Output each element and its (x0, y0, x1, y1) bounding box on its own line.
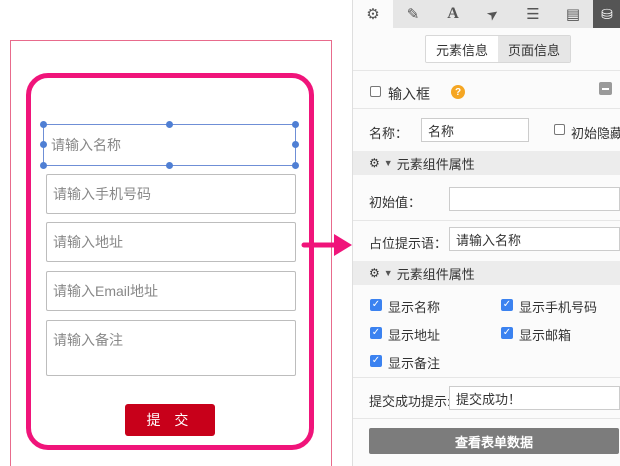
placeholder-label: 占位提示语： (369, 236, 448, 251)
caret-down-icon: ▼ (383, 268, 393, 278)
resize-handle[interactable] (292, 162, 299, 169)
panel-tabs: ⚙ ✎ A ➤ ☰ ▤ ⛁ (353, 0, 620, 28)
view-form-data-button[interactable]: 查看表单数据 (369, 428, 619, 454)
gear-icon: ⚙ (366, 6, 380, 23)
show-name-checkbox[interactable]: ✓ (370, 299, 382, 311)
show-name-label: 显示名称 (388, 300, 441, 315)
show-remark-checkbox[interactable]: ✓ (370, 355, 382, 367)
gear-icon: ⚙ (369, 156, 380, 170)
tab-page-info[interactable]: 页面信息 (498, 36, 571, 62)
submit-button[interactable]: 提 交 (125, 404, 215, 436)
send-icon: ➤ (483, 3, 503, 24)
resize-handle[interactable] (40, 141, 47, 148)
show-phone-label: 显示手机号码 (519, 300, 598, 315)
tab-element-info[interactable]: 元素信息 (426, 36, 499, 62)
tab-send[interactable]: ➤ (473, 0, 513, 28)
show-address-checkbox[interactable]: ✓ (370, 327, 382, 339)
show-phone-checkbox[interactable]: ✓ (501, 299, 513, 311)
pencil-icon: ✎ (406, 6, 420, 23)
pointer-arrow-icon (301, 234, 352, 256)
collapse-icon[interactable] (599, 82, 612, 95)
show-address-label: 显示地址 (388, 328, 441, 343)
section-header-properties[interactable]: ⚙ ▼ 元素组件属性 (353, 151, 620, 175)
property-panel: ⚙ ✎ A ➤ ☰ ▤ ⛁ 元素信息 页面信息 输入框 ? 名称： 名称 初始隐… (352, 0, 620, 466)
document-icon: ▤ (565, 6, 581, 23)
show-remark-label: 显示备注 (388, 356, 441, 371)
resize-handle[interactable] (166, 121, 173, 128)
element-type-label: 输入框 (388, 86, 430, 102)
divider (353, 70, 620, 71)
section-title: 元素组件属性 (396, 156, 475, 172)
show-email-checkbox[interactable]: ✓ (501, 327, 513, 339)
resize-handle[interactable] (166, 162, 173, 169)
initial-value-label: 初始值： (369, 195, 422, 210)
initial-hidden-label: 初始隐藏 (571, 126, 620, 141)
tab-font[interactable]: A (433, 0, 473, 28)
address-field[interactable]: 请输入地址 (46, 222, 296, 262)
resize-handle[interactable] (40, 121, 47, 128)
divider (353, 418, 620, 419)
address-field-placeholder: 请输入地址 (53, 234, 123, 250)
tab-document[interactable]: ▤ (553, 0, 593, 28)
element-name-input[interactable]: 名称 (421, 118, 529, 142)
email-field-placeholder: 请输入Email地址 (53, 283, 159, 299)
resize-handle[interactable] (40, 162, 47, 169)
email-field[interactable]: 请输入Email地址 (46, 271, 296, 311)
success-tip-label: 提交成功提示: (369, 394, 451, 409)
tab-database[interactable]: ⛁ (593, 0, 620, 28)
remark-field[interactable]: 请输入备注 (46, 320, 296, 376)
selection-box[interactable] (43, 124, 296, 166)
divider (353, 220, 620, 221)
initial-value-input[interactable] (449, 187, 620, 211)
section-header-display[interactable]: ⚙ ▼ 元素组件属性 (353, 261, 620, 285)
info-segmented-control: 元素信息 页面信息 (425, 35, 572, 63)
font-icon: A (447, 5, 459, 22)
initial-hidden-checkbox[interactable] (554, 124, 565, 135)
caret-down-icon: ▼ (383, 158, 393, 168)
success-tip-input[interactable]: 提交成功！ (449, 386, 620, 410)
tab-settings[interactable]: ⚙ (353, 0, 393, 28)
show-email-label: 显示邮箱 (519, 328, 572, 343)
placeholder-input[interactable]: 请输入名称 (449, 227, 620, 251)
divider (353, 108, 620, 109)
phone-field[interactable]: 请输入手机号码 (46, 174, 296, 214)
phone-field-placeholder: 请输入手机号码 (53, 186, 151, 202)
database-icon: ⛁ (601, 5, 613, 22)
name-label: 名称： (369, 126, 409, 141)
section-title: 元素组件属性 (396, 266, 475, 282)
help-icon[interactable]: ? (451, 85, 465, 99)
list-icon: ☰ (526, 6, 540, 23)
remark-field-placeholder: 请输入备注 (53, 332, 123, 348)
resize-handle[interactable] (292, 121, 299, 128)
resize-handle[interactable] (292, 141, 299, 148)
divider (353, 377, 620, 378)
tab-edit[interactable]: ✎ (393, 0, 433, 28)
gear-icon: ⚙ (369, 266, 380, 280)
element-type-checkbox[interactable] (370, 86, 381, 97)
tab-list[interactable]: ☰ (513, 0, 553, 28)
